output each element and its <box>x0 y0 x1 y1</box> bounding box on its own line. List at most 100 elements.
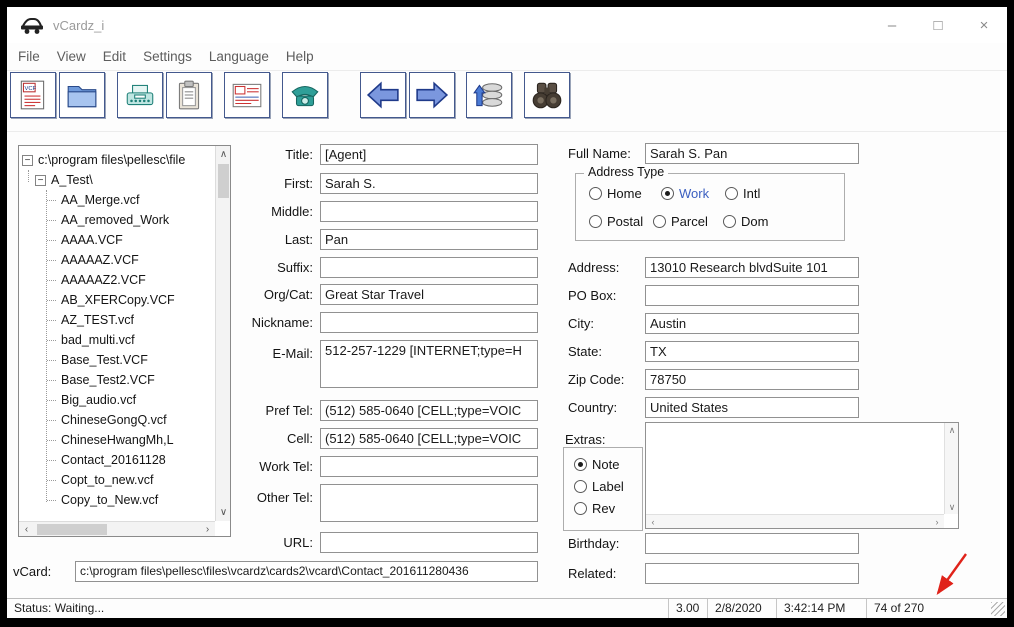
file-tree-panel: − c:\program files\pellesc\file − A_Test… <box>18 145 231 537</box>
scroll-down-icon[interactable]: ∨ <box>216 505 231 520</box>
title-field[interactable]: [Agent] <box>320 144 538 165</box>
tree-item[interactable]: ChineseHwangMh,L <box>19 430 215 450</box>
email-label: E-Mail: <box>233 343 313 364</box>
collapse-icon[interactable]: − <box>35 175 46 186</box>
city-field[interactable]: Austin <box>645 313 859 334</box>
previous-card-button[interactable] <box>360 72 406 118</box>
collapse-icon[interactable]: − <box>22 155 33 166</box>
orgcat-label: Org/Cat: <box>233 284 313 305</box>
last-name-field[interactable]: Pan <box>320 229 538 250</box>
resize-grip-icon[interactable] <box>991 602 1005 616</box>
cell-field[interactable]: (512) 585-0640 [CELL;type=VOIC <box>320 428 538 449</box>
menu-view[interactable]: View <box>57 49 86 64</box>
related-field[interactable] <box>645 563 859 584</box>
new-vcard-button[interactable]: VCF <box>10 72 56 118</box>
menu-help[interactable]: Help <box>286 49 314 64</box>
scroll-right-icon[interactable]: › <box>200 522 215 537</box>
next-card-button[interactable] <box>409 72 455 118</box>
scroll-left-icon[interactable]: ‹ <box>646 515 660 529</box>
radio-work[interactable]: Work <box>661 186 709 201</box>
radio-rev[interactable]: Rev <box>574 501 615 516</box>
country-field[interactable]: United States <box>645 397 859 418</box>
full-name-field[interactable]: Sarah S. Pan <box>645 143 859 164</box>
import-export-button[interactable] <box>466 72 512 118</box>
nickname-label: Nickname: <box>233 312 313 333</box>
tree-item[interactable]: Contact_20161128 <box>19 450 215 470</box>
scrollbar-thumb[interactable] <box>37 524 107 535</box>
radio-note[interactable]: Note <box>574 457 619 472</box>
toolbar-separator <box>7 131 1007 132</box>
scrollbar-thumb[interactable] <box>218 164 229 198</box>
other-tel-field[interactable] <box>320 484 538 522</box>
tree-item[interactable]: ChineseGongQ.vcf <box>19 410 215 430</box>
tree-item[interactable]: AA_removed_Work <box>19 210 215 230</box>
tree-item[interactable]: Base_Test.VCF <box>19 350 215 370</box>
work-tel-field[interactable] <box>320 456 538 477</box>
paste-button[interactable] <box>166 72 212 118</box>
scroll-left-icon[interactable]: ‹ <box>19 522 34 537</box>
worktel-label: Work Tel: <box>233 456 313 477</box>
vcf-file-icon: VCF <box>16 78 50 112</box>
po-box-field[interactable] <box>645 285 859 306</box>
url-field[interactable] <box>320 532 538 553</box>
tree-horizontal-scrollbar[interactable]: ‹ › <box>19 521 215 536</box>
menu-language[interactable]: Language <box>209 49 269 64</box>
state-label: State: <box>568 341 602 362</box>
extras-horizontal-scrollbar[interactable]: ‹ › <box>646 514 944 528</box>
menu-settings[interactable]: Settings <box>143 49 192 64</box>
menu-edit[interactable]: Edit <box>103 49 126 64</box>
card-view-button[interactable] <box>224 72 270 118</box>
birthday-field[interactable] <box>645 533 859 554</box>
status-time: 3:42:14 PM <box>776 599 866 618</box>
first-name-field[interactable]: Sarah S. <box>320 173 538 194</box>
maximize-button[interactable]: □ <box>915 7 961 43</box>
extras-vertical-scrollbar[interactable]: ∧ ∨ <box>944 423 958 514</box>
middle-name-field[interactable] <box>320 201 538 222</box>
tree-item[interactable]: Big_audio.vcf <box>19 390 215 410</box>
nickname-field[interactable] <box>320 312 538 333</box>
org-cat-field[interactable]: Great Star Travel <box>320 284 538 305</box>
scroll-up-icon[interactable]: ∧ <box>945 423 959 437</box>
scroll-down-icon[interactable]: ∨ <box>945 500 959 514</box>
radio-label[interactable]: Label <box>574 479 624 494</box>
open-file-button[interactable] <box>59 72 105 118</box>
tree-item[interactable]: bad_multi.vcf <box>19 330 215 350</box>
vcard-path-field[interactable]: c:\program files\pellesc\files\vcardz\ca… <box>75 561 538 582</box>
tree-item[interactable]: AAAAAZ2.VCF <box>19 270 215 290</box>
scroll-right-icon[interactable]: › <box>930 515 944 529</box>
radio-postal[interactable]: Postal <box>589 214 643 229</box>
tree-item[interactable]: AAAA.VCF <box>19 230 215 250</box>
tree-item[interactable]: Copy_to_New.vcf <box>19 490 215 510</box>
edit-text-button[interactable] <box>117 72 163 118</box>
tree-root-label: c:\program files\pellesc\file <box>38 153 185 167</box>
card-view-icon <box>230 78 264 112</box>
scroll-up-icon[interactable]: ∧ <box>216 147 231 162</box>
tree-item[interactable]: AA_Merge.vcf <box>19 190 215 210</box>
dial-button[interactable] <box>282 72 328 118</box>
email-field[interactable]: 512-257-1229 [INTERNET;type=H <box>320 340 538 388</box>
radio-dom[interactable]: Dom <box>723 214 768 229</box>
tree-item[interactable]: AB_XFERCopy.VCF <box>19 290 215 310</box>
close-button[interactable]: × <box>961 7 1007 43</box>
address-field[interactable]: 13010 Research blvdSuite 101 <box>645 257 859 278</box>
tree-item[interactable]: Copt_to_new.vcf <box>19 470 215 490</box>
minimize-button[interactable]: – <box>869 7 915 43</box>
pref-tel-field[interactable]: (512) 585-0640 [CELL;type=VOIC <box>320 400 538 421</box>
city-label: City: <box>568 313 594 334</box>
suffix-field[interactable] <box>320 257 538 278</box>
radio-home[interactable]: Home <box>589 186 642 201</box>
menu-file[interactable]: File <box>18 49 40 64</box>
tree-item[interactable]: AZ_TEST.vcf <box>19 310 215 330</box>
cell-label: Cell: <box>233 428 313 449</box>
search-button[interactable] <box>524 72 570 118</box>
extras-textarea[interactable]: ∧ ∨ ‹ › <box>645 422 959 529</box>
tree-folder-node[interactable]: − A_Test\ <box>19 170 215 190</box>
tree-vertical-scrollbar[interactable]: ∧ ∨ <box>215 146 230 521</box>
zip-code-field[interactable]: 78750 <box>645 369 859 390</box>
radio-intl[interactable]: Intl <box>725 186 760 201</box>
tree-item[interactable]: AAAAAZ.VCF <box>19 250 215 270</box>
tree-item[interactable]: Base_Test2.VCF <box>19 370 215 390</box>
state-field[interactable]: TX <box>645 341 859 362</box>
radio-parcel[interactable]: Parcel <box>653 214 708 229</box>
tree-root-node[interactable]: − c:\program files\pellesc\file <box>19 150 215 170</box>
